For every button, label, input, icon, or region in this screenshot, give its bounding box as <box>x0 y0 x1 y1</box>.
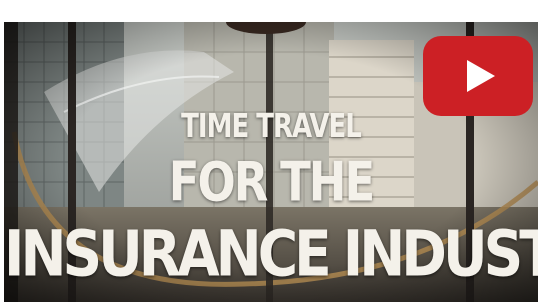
play-button[interactable] <box>423 36 533 116</box>
youtube-play-icon <box>423 36 533 116</box>
video-thumbnail[interactable]: TIME TRAVEL FOR THE INSURANCE INDUSTRY <box>4 22 538 302</box>
title-line-insurance-industry: INSURANCE INDUSTRY <box>4 217 538 291</box>
title-line-for-the: FOR THE <box>168 150 375 214</box>
video-embed: TIME TRAVEL FOR THE INSURANCE INDUSTRY <box>0 0 542 304</box>
